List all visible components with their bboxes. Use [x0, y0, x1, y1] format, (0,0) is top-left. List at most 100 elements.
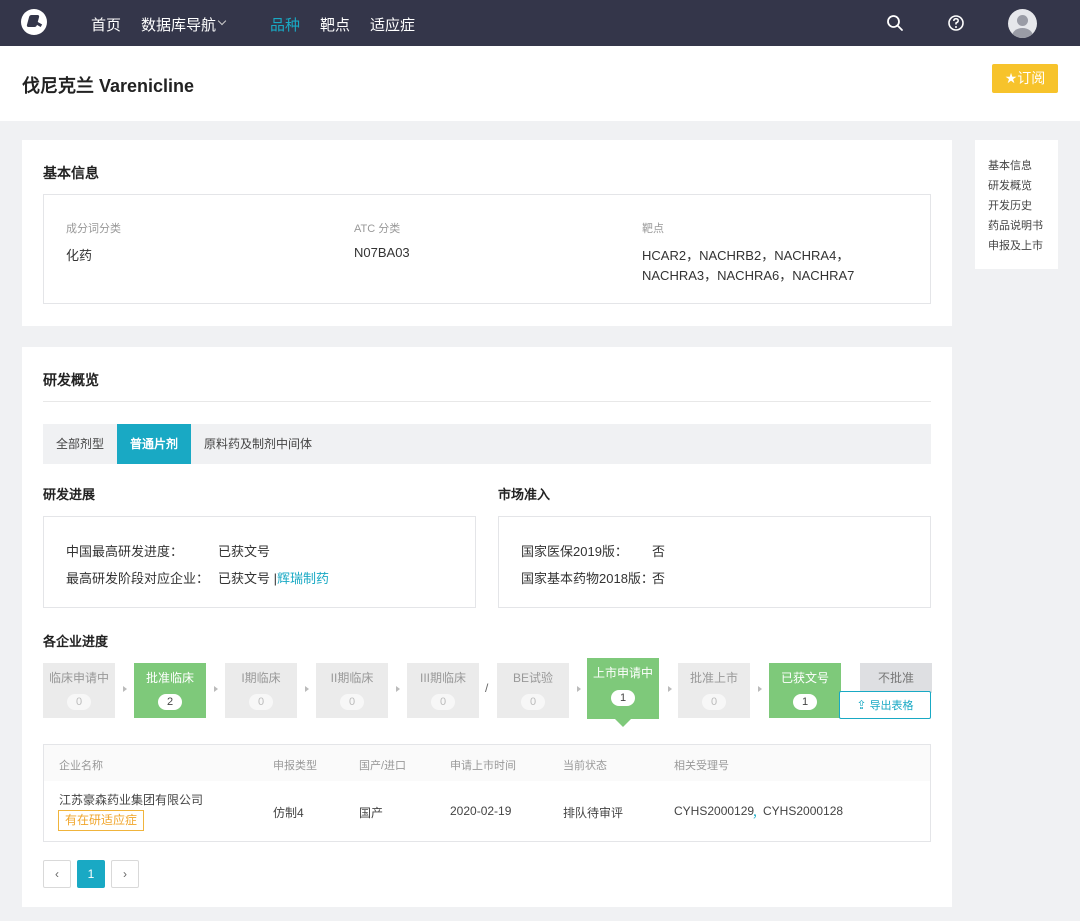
- target-value-line2: NACHRA3，NACHRA6，NACHRA7: [642, 268, 855, 283]
- help-icon[interactable]: [947, 14, 965, 32]
- subscribe-button[interactable]: ★订阅: [992, 64, 1058, 93]
- logo-icon[interactable]: [21, 9, 47, 35]
- column-header-filing-date: 申请上市时间: [450, 760, 516, 772]
- star-icon: ★: [1004, 70, 1018, 86]
- arrow-right-icon: [214, 686, 218, 692]
- nav-item-target[interactable]: 靶点: [320, 14, 350, 35]
- arrow-right-icon: [668, 686, 672, 692]
- arrow-right-icon: [758, 686, 762, 692]
- stage-name: II期临床: [330, 671, 374, 685]
- page-number-button[interactable]: 1: [77, 860, 105, 888]
- company-progress-title: 各企业进度: [43, 634, 109, 649]
- stage-name: 临床申请中: [48, 671, 109, 685]
- reference-number-link[interactable]: CYHS2000129: [674, 804, 754, 818]
- subscribe-label: 订阅: [1017, 70, 1046, 86]
- nrdl-2019-label: 国家医保2019版：: [521, 544, 628, 559]
- side-nav-rd-overview[interactable]: 研发概览: [988, 177, 1032, 193]
- basic-info-title: 基本信息: [43, 165, 99, 181]
- side-nav-drug-label[interactable]: 药品说明书: [988, 217, 1043, 233]
- stage-name: I期临床: [241, 671, 281, 685]
- nav-item-drug-variety[interactable]: 品种: [270, 14, 300, 35]
- column-header-reference-numbers: 相关受理号: [674, 760, 729, 772]
- stage-name: 上市申请中: [592, 666, 653, 680]
- status-cell: 排队待审评: [563, 806, 624, 820]
- highest-stage-company-label: 最高研发阶段对应企业：: [66, 571, 210, 586]
- market-access-box: 国家医保2019版： 否 国家基本药物2018版： 否: [498, 516, 931, 608]
- table-row: 江苏豪森药业集团有限公司 有在研适应症 仿制4 国产 2020-02-19 排队…: [43, 781, 931, 842]
- arrow-right-icon: [305, 686, 309, 692]
- status-badge: 有在研适应症: [58, 810, 145, 831]
- nav-item-database-navigation[interactable]: 数据库导航: [141, 14, 216, 35]
- top-navigation-bar: 首页 数据库导航 品种 靶点 适应症: [0, 0, 1080, 46]
- company-link-pfizer[interactable]: 辉瑞制药: [277, 568, 329, 587]
- chevron-down-icon[interactable]: [217, 16, 227, 26]
- stage-count: 1: [611, 690, 635, 706]
- stage-name: 不批准: [877, 671, 914, 685]
- stage-count: 0: [431, 694, 455, 710]
- column-header-status: 当前状态: [563, 760, 607, 772]
- company-name-link[interactable]: 江苏豪森药业集团有限公司: [59, 791, 203, 808]
- stage-be-trial[interactable]: BE试验 0: [497, 663, 569, 718]
- column-header-filing-type: 申报类型: [273, 760, 317, 772]
- tab-api-intermediates[interactable]: 原料药及制剂中间体: [191, 424, 325, 464]
- basic-info-box: 成分词分类 化药 ATC 分类 N07BA03 靶点 HCAR2，NACHRB2…: [43, 194, 931, 304]
- side-nav-filing-market[interactable]: 申报及上市: [988, 237, 1043, 253]
- user-avatar-icon[interactable]: [1008, 9, 1037, 38]
- export-label: 导出表格: [869, 700, 914, 712]
- stage-count: 0: [702, 694, 726, 710]
- stage-count: 0: [340, 694, 364, 710]
- filing-type-cell: 仿制4: [273, 806, 304, 820]
- origin-cell: 国产: [359, 806, 384, 820]
- stage-count: 2: [158, 694, 182, 710]
- market-access-title: 市场准入: [498, 487, 551, 502]
- target-label: 靶点: [642, 223, 664, 235]
- highest-progress-label: 中国最高研发进度：: [66, 544, 184, 559]
- highest-stage-company-value: 已获文号 |: [218, 571, 277, 586]
- nav-item-indication[interactable]: 适应症: [370, 14, 415, 35]
- upload-icon: ⇪: [856, 698, 867, 712]
- atc-class-label: ATC 分类: [354, 223, 401, 235]
- rd-progress-title: 研发进展: [43, 487, 96, 502]
- section-side-nav: 基本信息 研发概览 开发历史 药品说明书 申报及上市: [975, 140, 1058, 269]
- selected-pointer-icon: [615, 719, 631, 727]
- dosage-form-tabs: 全部剂型 普通片剂 原料药及制剂中间体: [43, 424, 931, 464]
- page-title: 伐尼克兰 Varenicline: [22, 76, 195, 96]
- page-header: 伐尼克兰 Varenicline ★订阅: [0, 46, 1080, 121]
- stage-phase-2[interactable]: II期临床 0: [316, 663, 388, 718]
- reference-number-link[interactable]: CYHS2000128: [763, 804, 843, 818]
- side-nav-dev-history[interactable]: 开发历史: [988, 197, 1032, 213]
- atc-class-value: N07BA03: [354, 245, 410, 260]
- stage-approval-number[interactable]: 已获文号 1: [769, 663, 841, 718]
- stage-clinical-approved[interactable]: 批准临床 2: [134, 663, 206, 718]
- stage-name: BE试验: [512, 671, 553, 685]
- column-header-origin: 国产/进口: [359, 760, 407, 772]
- essential-drug-2018-label: 国家基本药物2018版：: [521, 571, 654, 586]
- rd-progress-box: 中国最高研发进度： 已获文号 最高研发阶段对应企业： 已获文号 | 辉瑞制药: [43, 516, 476, 608]
- filing-date-cell: 2020-02-19: [450, 804, 512, 818]
- side-nav-basic-info[interactable]: 基本信息: [988, 157, 1032, 173]
- arrow-right-icon: [123, 686, 127, 692]
- stage-phase-1[interactable]: I期临床 0: [225, 663, 297, 718]
- stage-name: 批准上市: [689, 671, 738, 685]
- column-header-company: 企业名称: [59, 760, 103, 772]
- stage-rejected[interactable]: 不批准: [860, 663, 932, 693]
- stage-count: 0: [249, 694, 273, 710]
- stage-phase-3[interactable]: III期临床 0: [407, 663, 479, 718]
- stage-count: 0: [521, 694, 545, 710]
- stage-separator: /: [485, 681, 489, 695]
- tab-all-dosage-forms[interactable]: 全部剂型: [43, 424, 117, 464]
- stage-market-application[interactable]: 上市申请中 1: [587, 658, 659, 727]
- next-page-button[interactable]: ›: [111, 860, 139, 888]
- export-table-button[interactable]: ⇪ 导出表格: [839, 691, 931, 719]
- essential-drug-2018-value: 否: [652, 571, 666, 586]
- prev-page-button[interactable]: ‹: [43, 860, 71, 888]
- divider: [43, 401, 931, 402]
- stage-market-approved[interactable]: 批准上市 0: [678, 663, 750, 718]
- nav-item-home[interactable]: 首页: [91, 14, 121, 35]
- stage-name: III期临床: [419, 671, 466, 685]
- stage-clinical-application[interactable]: 临床申请中 0: [43, 663, 115, 718]
- arrow-right-icon: [577, 686, 581, 692]
- highest-progress-value: 已获文号: [218, 544, 271, 559]
- search-icon[interactable]: [886, 14, 904, 32]
- tab-ordinary-tablet[interactable]: 普通片剂: [117, 424, 191, 464]
